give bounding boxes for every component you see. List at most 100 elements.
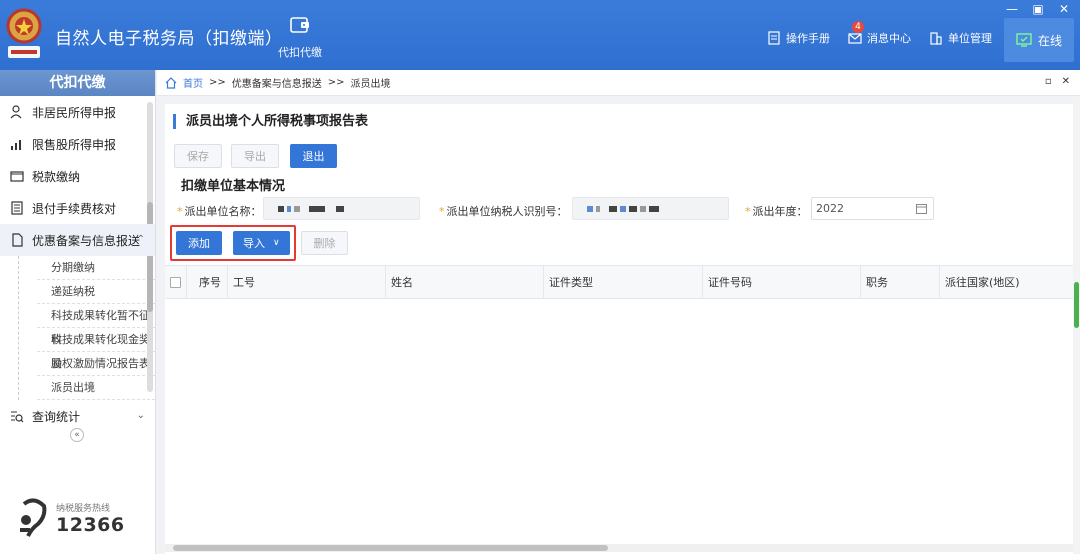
unit-name-label: * 派出单位名称： bbox=[177, 205, 262, 218]
sidebar-item-restricted-shares[interactable]: 限售股所得申报 bbox=[0, 128, 155, 160]
unit-name-label-text: 派出单位名称： bbox=[184, 205, 262, 218]
column-header: 证件号码 bbox=[703, 266, 861, 298]
sidebar-collapse-button[interactable]: « bbox=[70, 428, 84, 442]
section-title: 扣缴单位基本情况 bbox=[181, 179, 286, 194]
sidebar: 代扣代缴 非居民所得申报 限售股所得申报 税款缴纳 退付手续费核对 优惠备案与信… bbox=[0, 70, 156, 554]
monitor-check-icon bbox=[1016, 33, 1032, 47]
manual-label: 操作手册 bbox=[786, 32, 830, 45]
taxpayer-id-label-text: 派出单位纳税人识别号： bbox=[446, 205, 568, 218]
vertical-scrollbar[interactable] bbox=[1073, 96, 1080, 554]
header-links: 操作手册 4 消息中心 单位管理 bbox=[767, 21, 992, 46]
submenu-item-deferred[interactable]: 递延纳税 bbox=[37, 280, 155, 304]
manual-link[interactable]: 操作手册 bbox=[767, 30, 830, 46]
chevron-down-icon: ∨ bbox=[273, 238, 280, 248]
bar-chart-icon bbox=[11, 140, 21, 150]
service-hotline: 纳税服务热线 12366 bbox=[16, 498, 125, 538]
unit-management-link[interactable]: 单位管理 bbox=[929, 30, 992, 46]
sidebar-item-label: 查询统计 bbox=[32, 409, 81, 424]
chevron-down-icon: ⌄ bbox=[136, 410, 145, 421]
book-icon bbox=[768, 31, 780, 45]
sidebar-item-label: 限售股所得申报 bbox=[32, 137, 117, 152]
column-header: 职务 bbox=[861, 266, 940, 298]
sidebar-item-label: 退付手续费核对 bbox=[32, 201, 117, 216]
sidebar-item-fee-refund[interactable]: 退付手续费核对 bbox=[0, 192, 155, 224]
taxpayer-id-field[interactable] bbox=[572, 197, 729, 220]
horizontal-scrollbar-thumb[interactable] bbox=[173, 545, 608, 551]
year-label-text: 派出年度： bbox=[752, 205, 808, 218]
wallet-icon bbox=[290, 17, 309, 33]
home-icon[interactable] bbox=[165, 76, 177, 89]
building-icon bbox=[930, 32, 942, 45]
sidebar-item-nonresident[interactable]: 非居民所得申报 bbox=[0, 96, 155, 128]
hotline-label: 纳税服务热线 bbox=[56, 503, 111, 514]
window-controls: — ▣ ✕ bbox=[1006, 2, 1070, 16]
save-button[interactable]: 保存 bbox=[174, 144, 222, 168]
document-list-icon bbox=[11, 201, 23, 215]
year-picker[interactable]: 2022 bbox=[811, 197, 934, 220]
headset-icon bbox=[20, 498, 47, 537]
document-icon bbox=[12, 233, 23, 247]
vertical-scrollbar-thumb[interactable] bbox=[1074, 282, 1079, 328]
folder-icon bbox=[10, 171, 24, 182]
submenu-item-tech-cash[interactable]: 科技成果转化现金奖励 bbox=[37, 328, 155, 370]
delete-button[interactable]: 删除 bbox=[301, 231, 348, 255]
column-header: 证件类型 bbox=[544, 266, 703, 298]
column-header: 序号 bbox=[187, 266, 228, 298]
submenu-item-installment[interactable]: 分期缴纳 bbox=[37, 256, 155, 280]
calendar-icon[interactable] bbox=[916, 203, 927, 214]
year-value: 2022 bbox=[816, 202, 844, 215]
import-button-label: 导入 bbox=[243, 237, 265, 250]
online-status-button[interactable]: 在线 bbox=[1004, 18, 1074, 62]
select-all-checkbox[interactable] bbox=[165, 266, 187, 298]
restore-panel-icon[interactable]: ▫ bbox=[1045, 76, 1052, 87]
message-count-badge: 4 bbox=[852, 21, 864, 33]
hotline-number: 12366 bbox=[56, 513, 125, 536]
breadcrumb: 首页 >> 优惠备案与信息报送 >> 派员出境 ▫ ✕ bbox=[157, 70, 1080, 96]
chevron-up-icon: ⌃ bbox=[136, 234, 145, 245]
add-button[interactable]: 添加 bbox=[176, 231, 222, 255]
maximize-icon[interactable]: ▣ bbox=[1032, 2, 1044, 16]
submenu-item-equity-incentive[interactable]: 股权激励情况报告表 bbox=[37, 352, 155, 376]
app-header: 自然人电子税务局（扣缴端） 代扣代缴 — ▣ ✕ 操作手册 4 消息中心 单位管… bbox=[0, 0, 1080, 70]
sidebar-item-label: 优惠备案与信息报送 bbox=[32, 233, 141, 248]
mail-icon bbox=[848, 33, 862, 44]
taxpayer-id-label: * 派出单位纳税人识别号： bbox=[439, 205, 568, 218]
breadcrumb-home[interactable]: 首页 bbox=[183, 75, 203, 90]
unit-name-field[interactable] bbox=[263, 197, 420, 220]
search-list-icon bbox=[11, 411, 24, 423]
year-label: * 派出年度： bbox=[745, 205, 808, 218]
nav-withholding-label: 代扣代缴 bbox=[278, 46, 322, 59]
online-label: 在线 bbox=[1037, 33, 1062, 48]
breadcrumb-current: 派员出境 bbox=[350, 79, 391, 90]
export-button[interactable]: 导出 bbox=[231, 144, 279, 168]
message-center-label: 消息中心 bbox=[867, 32, 911, 45]
sidebar-title: 代扣代缴 bbox=[0, 70, 155, 96]
sidebar-item-preferential-filing[interactable]: 优惠备案与信息报送 ⌃ bbox=[0, 224, 155, 256]
message-center-link[interactable]: 4 消息中心 bbox=[848, 21, 911, 46]
breadcrumb-level1[interactable]: 优惠备案与信息报送 bbox=[232, 75, 322, 90]
form-panel: 派员出境个人所得税事项报告表 保存 导出 退出 扣缴单位基本情况 * 派出单位名称… bbox=[165, 104, 1073, 554]
app-title: 自然人电子税务局（扣缴端） bbox=[55, 29, 283, 49]
horizontal-scrollbar[interactable] bbox=[165, 544, 1073, 552]
submenu-item-expat[interactable]: 派员出境 bbox=[37, 376, 155, 400]
breadcrumb-separator: >> bbox=[209, 77, 226, 88]
sidebar-item-label: 税款缴纳 bbox=[32, 169, 81, 184]
close-icon[interactable]: ✕ bbox=[1058, 2, 1070, 16]
sidebar-item-tax-payment[interactable]: 税款缴纳 bbox=[0, 160, 155, 192]
column-header: 派往国家(地区) bbox=[945, 276, 1020, 289]
exit-button[interactable]: 退出 bbox=[290, 144, 337, 168]
breadcrumb-separator: >> bbox=[327, 77, 345, 88]
submenu-item-tech-exempt[interactable]: 科技成果转化暂不征收 bbox=[37, 304, 155, 346]
close-panel-icon[interactable]: ✕ bbox=[1062, 76, 1070, 87]
import-dropdown-button[interactable]: 导入 ∨ bbox=[233, 231, 290, 255]
minimize-icon[interactable]: — bbox=[1006, 2, 1018, 16]
nav-withholding[interactable]: 代扣代缴 bbox=[270, 14, 330, 64]
table-header: 序号 工号 姓名 证件类型 证件号码 职务 派往国家(地区) bbox=[165, 265, 1073, 299]
unit-management-label: 单位管理 bbox=[948, 32, 992, 45]
checkbox-icon bbox=[170, 276, 181, 288]
tax-emblem-logo bbox=[6, 8, 42, 58]
panel-controls: ▫ ✕ bbox=[1045, 76, 1070, 87]
sidebar-submenu: 分期缴纳 递延纳税 科技成果转化暂不征收 科技成果转化现金奖励 股权激励情况报告… bbox=[18, 256, 155, 400]
sidebar-item-label: 非居民所得申报 bbox=[32, 105, 117, 120]
column-header: 姓名 bbox=[386, 266, 544, 298]
